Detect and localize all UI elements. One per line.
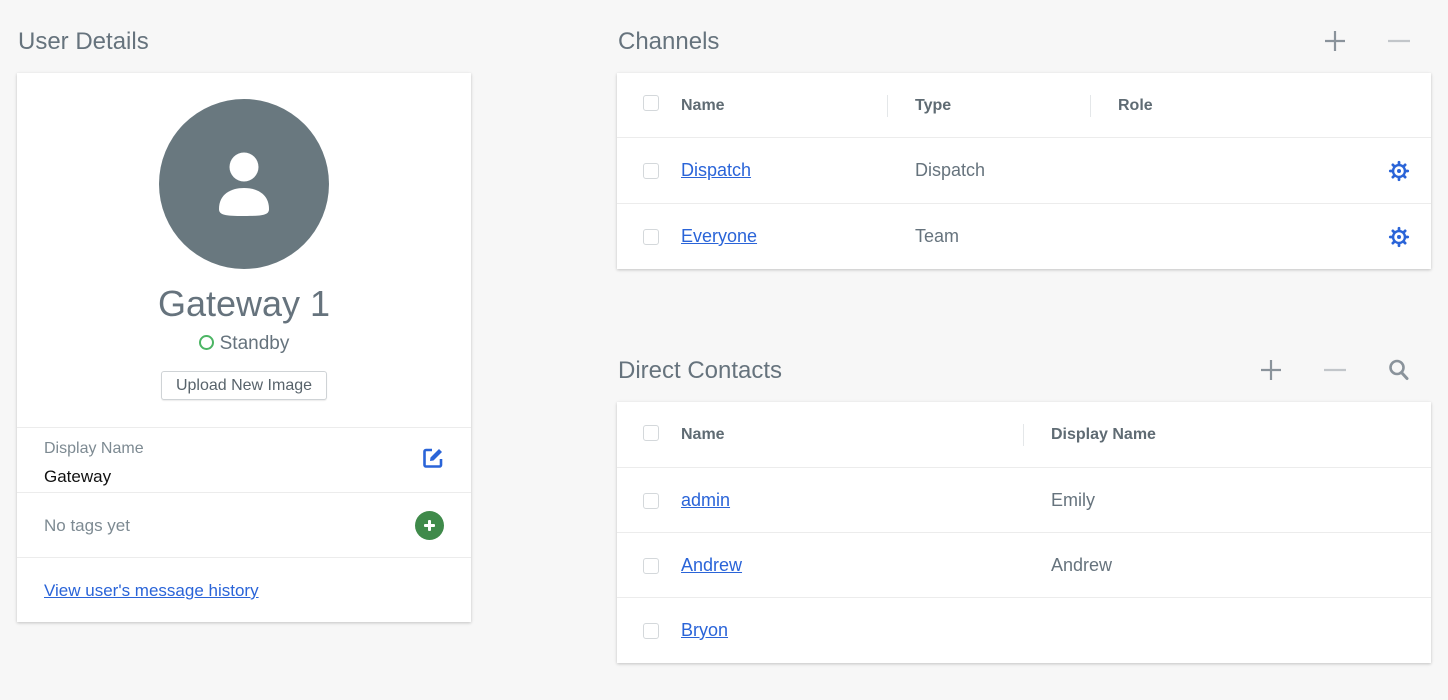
channel-name-link[interactable]: Everyone bbox=[681, 226, 757, 247]
direct-contacts-title: Direct Contacts bbox=[618, 357, 783, 384]
channels-title: Channels bbox=[618, 28, 720, 55]
remove-channel-button[interactable] bbox=[1385, 27, 1413, 55]
contacts-actions bbox=[1257, 356, 1413, 384]
contact-name-link[interactable]: Andrew bbox=[681, 555, 742, 576]
column-separator bbox=[1090, 95, 1091, 117]
column-separator bbox=[1023, 424, 1024, 446]
edit-icon[interactable] bbox=[422, 447, 444, 469]
status-indicator: Standby bbox=[17, 333, 471, 355]
column-header-name[interactable]: Name bbox=[681, 426, 725, 444]
message-history-link[interactable]: View user's message history bbox=[44, 581, 259, 601]
add-icon bbox=[1325, 31, 1345, 51]
status-circle-icon bbox=[198, 335, 214, 350]
table-row: Andrew Andrew bbox=[617, 533, 1431, 598]
column-header-display-name[interactable]: Display Name bbox=[1051, 426, 1156, 444]
gear-icon[interactable] bbox=[1388, 160, 1410, 182]
remove-icon bbox=[1324, 368, 1346, 372]
select-all-checkbox[interactable] bbox=[643, 95, 659, 111]
channel-type: Dispatch bbox=[915, 160, 986, 180]
avatar bbox=[159, 99, 329, 269]
gear-icon[interactable] bbox=[1388, 226, 1410, 248]
add-icon bbox=[1261, 360, 1281, 380]
table-row: admin Emily bbox=[617, 468, 1431, 533]
table-row: Dispatch Dispatch bbox=[617, 138, 1431, 204]
add-contact-button[interactable] bbox=[1257, 356, 1285, 384]
select-all-checkbox[interactable] bbox=[643, 425, 659, 441]
contact-display-name: Emily bbox=[1051, 490, 1095, 510]
upload-new-image-button[interactable]: Upload New Image bbox=[161, 371, 327, 400]
user-name: Gateway 1 bbox=[157, 283, 331, 324]
divider bbox=[17, 427, 471, 428]
user-details-title: User Details bbox=[18, 28, 149, 55]
channel-name-link[interactable]: Dispatch bbox=[681, 160, 751, 181]
person-icon bbox=[219, 152, 269, 216]
direct-contacts-table: Name Display Name admin Emily Andrew And… bbox=[617, 402, 1431, 663]
table-header: Name Display Name bbox=[617, 402, 1431, 468]
contact-display-name: Andrew bbox=[1051, 555, 1113, 575]
channels-actions bbox=[1321, 27, 1413, 55]
display-name-value: Gateway bbox=[44, 467, 112, 486]
row-checkbox[interactable] bbox=[643, 493, 659, 509]
search-contacts-button[interactable] bbox=[1385, 356, 1413, 384]
search-icon bbox=[1389, 359, 1409, 380]
table-row: Everyone Team bbox=[617, 204, 1431, 269]
no-tags-text: No tags yet bbox=[44, 516, 130, 535]
divider bbox=[17, 557, 471, 558]
display-name-label: Display Name bbox=[44, 440, 144, 457]
divider bbox=[17, 492, 471, 493]
row-checkbox[interactable] bbox=[643, 623, 659, 639]
row-checkbox[interactable] bbox=[643, 163, 659, 179]
table-header: Name Type Role bbox=[617, 73, 1431, 138]
remove-icon bbox=[1388, 39, 1410, 43]
column-header-name[interactable]: Name bbox=[681, 97, 725, 115]
column-separator bbox=[887, 95, 888, 117]
column-header-type[interactable]: Type bbox=[915, 97, 951, 115]
add-channel-button[interactable] bbox=[1321, 27, 1349, 55]
channels-table: Name Type Role Dispatch Dispatch Everyon… bbox=[617, 73, 1431, 269]
contact-name-link[interactable]: admin bbox=[681, 490, 730, 511]
row-checkbox[interactable] bbox=[643, 558, 659, 574]
column-header-role[interactable]: Role bbox=[1118, 97, 1153, 115]
remove-contact-button[interactable] bbox=[1321, 356, 1349, 384]
row-checkbox[interactable] bbox=[643, 229, 659, 245]
channel-type: Team bbox=[915, 226, 960, 246]
status-text: Standby bbox=[219, 333, 290, 354]
contact-name-link[interactable]: Bryon bbox=[681, 620, 728, 641]
add-tag-button[interactable] bbox=[415, 511, 444, 540]
table-row: Bryon bbox=[617, 598, 1431, 663]
user-details-card: Gateway 1 Standby Upload New Image Displ… bbox=[17, 73, 471, 622]
